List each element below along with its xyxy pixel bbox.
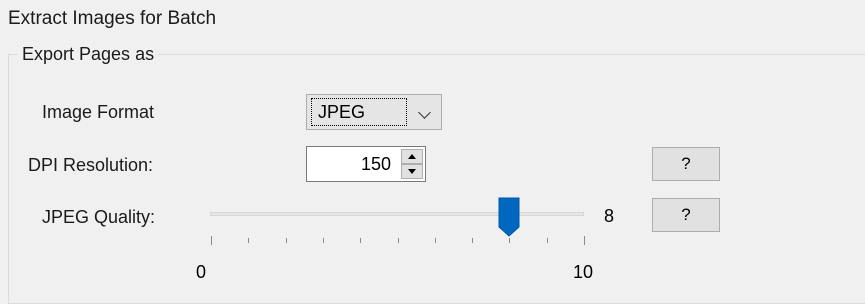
slider-tick [398,238,399,243]
dpi-resolution-spinbox[interactable]: 150 [306,146,426,182]
slider-max-label: 10 [573,262,594,282]
slider-tick [472,238,473,243]
chevron-down-icon [418,106,431,119]
jpeg-quality-label: JPEG Quality: [42,207,156,227]
export-pages-legend: Export Pages as [18,44,159,65]
spin-up-button[interactable] [401,149,423,164]
export-pages-group [8,54,865,304]
slider-tick [547,238,548,243]
image-format-dropdown[interactable]: JPEG [306,94,442,130]
slider-tick [360,238,361,243]
jpeg-quality-help-button[interactable]: ? [652,198,720,232]
slider-tick [509,238,510,243]
arrow-down-icon [408,169,416,174]
window-title: Extract Images for Batch [8,8,217,29]
image-format-selected-value: JPEG [311,98,407,126]
slider-tick [584,236,585,245]
spin-down-button[interactable] [401,164,423,179]
jpeg-quality-value: 8 [604,206,615,226]
dpi-resolution-value[interactable]: 150 [361,147,391,181]
slider-tick [248,238,249,243]
dpi-resolution-label: DPI Resolution: [28,155,154,175]
slider-tick [323,238,324,243]
slider-tick [211,236,212,245]
jpeg-quality-slider-track[interactable] [210,212,584,216]
image-format-label: Image Format [42,102,155,122]
dpi-help-button[interactable]: ? [652,147,720,181]
arrow-up-icon [408,154,416,159]
jpeg-quality-slider-thumb[interactable] [498,197,520,242]
slider-tick [435,238,436,243]
slider-tick [286,238,287,243]
slider-min-label: 0 [196,262,207,282]
